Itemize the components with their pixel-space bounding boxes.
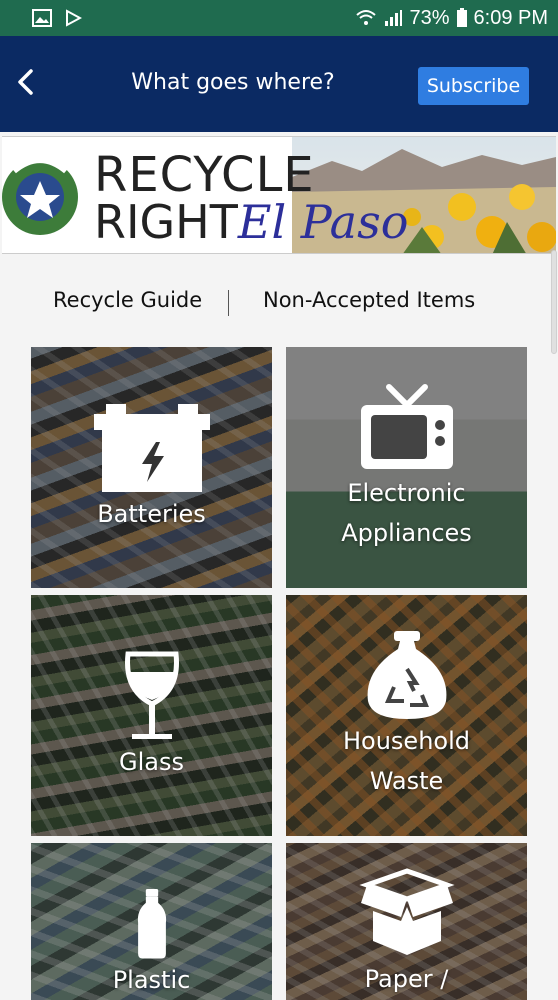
gallery-icon — [32, 9, 52, 27]
subscribe-button[interactable]: Subscribe — [418, 67, 529, 105]
banner-line1: RECYCLE — [94, 147, 315, 203]
recycle-right-banner: RECYCLE RIGHTEl Paso — [2, 136, 556, 254]
battery-percent: 73% — [409, 6, 450, 29]
category-tile-household-waste[interactable]: Household Waste — [286, 595, 527, 836]
category-label: Plastic — [112, 966, 191, 994]
battery-icon — [93, 403, 210, 492]
app-header: What goes where? Subscribe — [0, 36, 558, 132]
wine-glass-icon — [124, 651, 179, 739]
signal-icon — [383, 9, 403, 27]
recycle-bag-icon — [367, 630, 446, 719]
category-tile-glass[interactable]: Glass — [31, 595, 272, 836]
open-box-icon — [358, 868, 455, 955]
banner-line2-script: El Paso — [237, 195, 409, 249]
banner-line2: RIGHTEl Paso — [94, 199, 408, 245]
category-label: Electronic Appliances — [341, 478, 472, 547]
tab-recycle-guide[interactable]: Recycle Guide — [53, 288, 202, 312]
guide-tabs: Recycle Guide Non-Accepted Items — [0, 282, 558, 322]
category-tile-plastic[interactable]: Plastic — [31, 843, 272, 1000]
tab-non-accepted-items[interactable]: Non-Accepted Items — [263, 288, 475, 312]
category-tile-electronic-appliances[interactable]: Electronic Appliances — [286, 347, 527, 588]
tab-divider — [228, 290, 229, 316]
play-store-icon — [64, 9, 82, 27]
plastic-bottle-icon — [137, 889, 166, 959]
category-label: Glass — [119, 747, 184, 776]
banner-line2-main: RIGHT — [94, 195, 238, 249]
recycle-logo-icon — [2, 157, 78, 235]
category-label: Household Waste — [342, 726, 470, 795]
category-label: Batteries — [97, 499, 206, 528]
wifi-icon — [355, 9, 377, 27]
battery-icon — [456, 8, 468, 28]
status-bar: 73% 6:09 PM — [0, 0, 558, 36]
category-tile-paper[interactable]: Paper / — [286, 843, 527, 1000]
page-title: What goes where? — [131, 70, 335, 95]
category-label: Paper / — [364, 965, 449, 993]
tv-icon — [360, 383, 453, 469]
scroll-indicator[interactable] — [551, 250, 557, 354]
clock-time: 6:09 PM — [473, 6, 548, 29]
category-tile-batteries[interactable]: Batteries — [31, 347, 272, 588]
